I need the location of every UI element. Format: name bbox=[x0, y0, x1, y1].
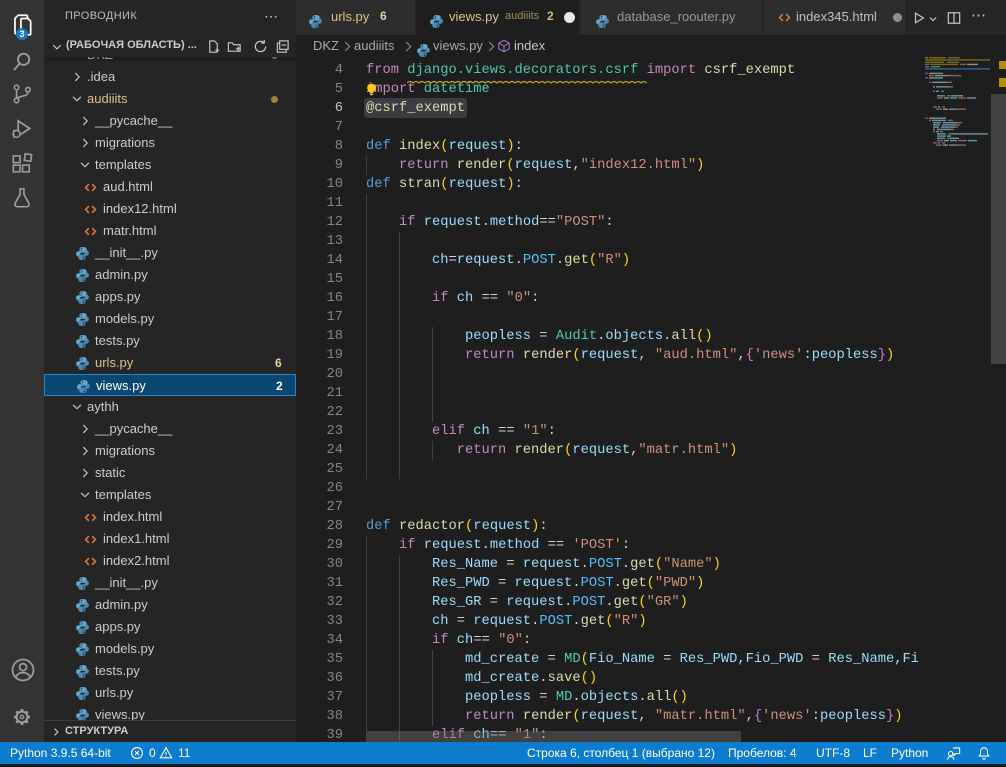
svg-text:3: 3 bbox=[19, 29, 24, 39]
